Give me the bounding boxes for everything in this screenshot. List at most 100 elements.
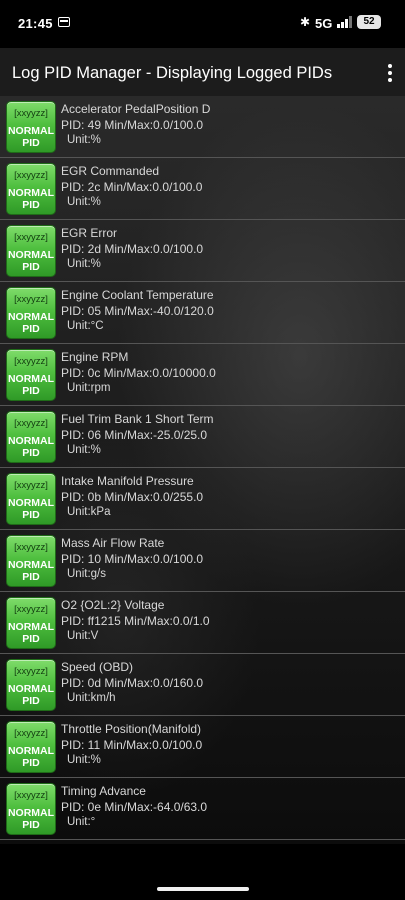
badge-type-label: NORMAL PID [7, 683, 55, 707]
pid-name: O2 {O2L:2} Voltage [61, 598, 165, 612]
pid-unit: Unit:rpm [67, 382, 111, 394]
normal-pid-badge-icon: [xxyyzz] NORMAL PID [6, 659, 56, 711]
bluetooth-icon: ✱ [300, 15, 311, 29]
badge-type-label: NORMAL PID [7, 559, 55, 583]
pid-unit: Unit:% [67, 134, 101, 146]
pid-row[interactable]: [xxyyzz] NORMAL PID Engine RPM PID: 0c Mi… [0, 344, 405, 406]
badge-line2: PID [22, 447, 40, 459]
badge-line2: PID [22, 695, 40, 707]
badge-line2: PID [22, 819, 40, 831]
normal-pid-badge-icon: [xxyyzz] NORMAL PID [6, 101, 56, 153]
pid-detail: PID: 0d Min/Max:0.0/160.0 [61, 676, 204, 690]
badge-line1: NORMAL [7, 683, 55, 695]
badge-line1: NORMAL [7, 745, 55, 757]
normal-pid-badge-icon: [xxyyzz] NORMAL PID [6, 535, 56, 587]
pid-row[interactable]: [xxyyzz] NORMAL PID EGR Commanded PID: 2c… [0, 158, 405, 220]
badge-top-label: [xxyyzz] [14, 356, 48, 367]
pid-detail: PID: 05 Min/Max:-40.0/120.0 [61, 304, 214, 318]
badge-type-label: NORMAL PID [7, 373, 55, 397]
badge-line1: NORMAL [7, 559, 55, 571]
badge-line1: NORMAL [7, 807, 55, 819]
badge-line2: PID [22, 385, 40, 397]
badge-type-label: NORMAL PID [7, 621, 55, 645]
badge-line2: PID [22, 199, 40, 211]
pid-row[interactable]: [xxyyzz] NORMAL PID Engine Coolant Temper… [0, 282, 405, 344]
signal-icon [337, 16, 355, 28]
pid-name: Timing Advance [61, 784, 146, 798]
badge-line1: NORMAL [7, 187, 55, 199]
normal-pid-badge-icon: [xxyyzz] NORMAL PID [6, 163, 56, 215]
badge-type-label: NORMAL PID [7, 435, 55, 459]
normal-pid-badge-icon: [xxyyzz] NORMAL PID [6, 349, 56, 401]
pid-detail: PID: 0e Min/Max:-64.0/63.0 [61, 800, 208, 814]
badge-line2: PID [22, 323, 40, 335]
pid-unit: Unit:% [67, 196, 101, 208]
badge-top-label: [xxyyzz] [14, 728, 48, 739]
pid-row[interactable]: [xxyyzz] NORMAL PID Intake Manifold Press… [0, 468, 405, 530]
badge-line2: PID [22, 137, 40, 149]
pid-unit: Unit:V [67, 630, 99, 642]
pid-detail: PID: 49 Min/Max:0.0/100.0 [61, 118, 204, 132]
badge-type-label: NORMAL PID [7, 187, 55, 211]
home-handle[interactable] [157, 887, 249, 891]
normal-pid-badge-icon: [xxyyzz] NORMAL PID [6, 721, 56, 773]
badge-type-label: NORMAL PID [7, 249, 55, 273]
notification-icon [58, 17, 70, 27]
pid-detail: PID: 10 Min/Max:0.0/100.0 [61, 552, 204, 566]
pid-row[interactable]: [xxyyzz] NORMAL PID Throttle Position(Man… [0, 716, 405, 778]
badge-line2: PID [22, 633, 40, 645]
pid-row[interactable]: [xxyyzz] NORMAL PID O2 {O2L:2} Voltage PI… [0, 592, 405, 654]
pid-detail: PID: 0b Min/Max:0.0/255.0 [61, 490, 204, 504]
status-time: 21:45 [18, 16, 53, 31]
badge-top-label: [xxyyzz] [14, 604, 48, 615]
pid-row[interactable]: [xxyyzz] NORMAL PID Fuel Trim Bank 1 Shor… [0, 406, 405, 468]
normal-pid-badge-icon: [xxyyzz] NORMAL PID [6, 783, 56, 835]
pid-name: Engine Coolant Temperature [61, 288, 214, 302]
pid-row[interactable]: [xxyyzz] NORMAL PID Accelerator PedalPosi… [0, 96, 405, 158]
pid-unit: Unit:km/h [67, 692, 116, 704]
badge-line1: NORMAL [7, 311, 55, 323]
pid-row[interactable]: [xxyyzz] NORMAL PID Speed (OBD) PID: 0d M… [0, 654, 405, 716]
pid-name: Mass Air Flow Rate [61, 536, 165, 550]
pid-unit: Unit:% [67, 258, 101, 270]
normal-pid-badge-icon: [xxyyzz] NORMAL PID [6, 473, 56, 525]
badge-line1: NORMAL [7, 125, 55, 137]
badge-top-label: [xxyyzz] [14, 418, 48, 429]
pid-detail: PID: ff1215 Min/Max:0.0/1.0 [61, 614, 210, 628]
badge-line1: NORMAL [7, 435, 55, 447]
pid-name: Fuel Trim Bank 1 Short Term [61, 412, 214, 426]
more-vert-icon[interactable] [387, 64, 393, 82]
pid-unit: Unit:°C [67, 320, 104, 332]
battery-icon: 52 [357, 15, 381, 29]
pid-detail: PID: 2c Min/Max:0.0/100.0 [61, 180, 203, 194]
pid-unit: Unit:% [67, 754, 101, 766]
badge-top-label: [xxyyzz] [14, 294, 48, 305]
pid-detail: PID: 06 Min/Max:-25.0/25.0 [61, 428, 208, 442]
pid-name: EGR Commanded [61, 164, 160, 178]
network-type: 5G [315, 16, 333, 31]
badge-line1: NORMAL [7, 621, 55, 633]
badge-top-label: [xxyyzz] [14, 170, 48, 181]
badge-line1: NORMAL [7, 249, 55, 261]
pid-name: Throttle Position(Manifold) [61, 722, 202, 736]
pid-name: Speed (OBD) [61, 660, 134, 674]
pid-unit: Unit:g/s [67, 568, 106, 580]
pid-detail: PID: 11 Min/Max:0.0/100.0 [61, 738, 203, 752]
pid-name: EGR Error [61, 226, 118, 240]
pid-unit: Unit:° [67, 816, 96, 828]
status-bar: 21:45 ✱ 5G 52 [0, 0, 405, 48]
pid-unit: Unit:kPa [67, 506, 111, 518]
normal-pid-badge-icon: [xxyyzz] NORMAL PID [6, 411, 56, 463]
pid-row[interactable]: [xxyyzz] NORMAL PID EGR Error PID: 2d Min… [0, 220, 405, 282]
page-title: Log PID Manager - Displaying Logged PIDs [12, 64, 333, 82]
badge-line1: NORMAL [7, 373, 55, 385]
pid-row[interactable]: [xxyyzz] NORMAL PID Mass Air Flow Rate PI… [0, 530, 405, 592]
badge-top-label: [xxyyzz] [14, 232, 48, 243]
badge-type-label: NORMAL PID [7, 807, 55, 831]
badge-line1: NORMAL [7, 497, 55, 509]
pid-row[interactable]: [xxyyzz] NORMAL PID Timing Advance PID: 0… [0, 778, 405, 840]
pid-detail: PID: 2d Min/Max:0.0/100.0 [61, 242, 204, 256]
gesture-navigation-bar [0, 844, 405, 900]
pid-list[interactable]: [xxyyzz] NORMAL PID Accelerator PedalPosi… [0, 96, 405, 844]
normal-pid-badge-icon: [xxyyzz] NORMAL PID [6, 287, 56, 339]
